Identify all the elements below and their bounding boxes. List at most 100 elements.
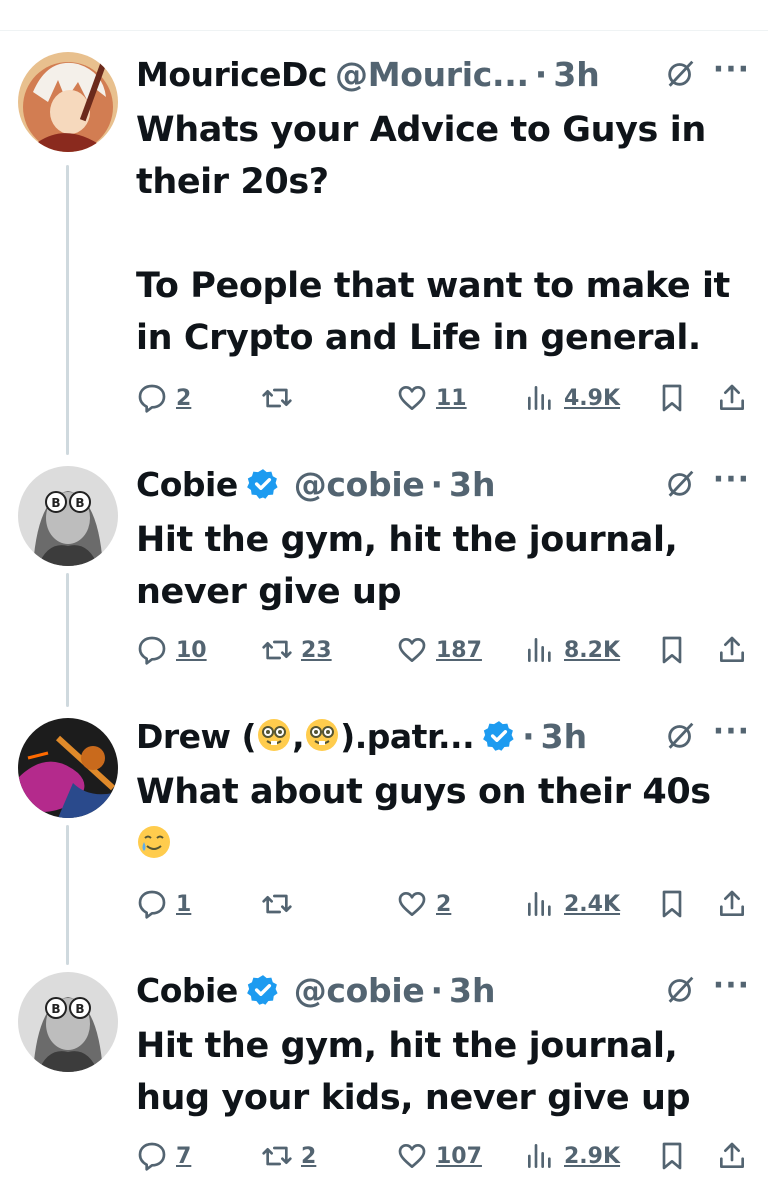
thread-line (66, 573, 69, 707)
avatar[interactable] (18, 718, 118, 818)
display-name[interactable]: Drew (,).patr... (136, 716, 475, 756)
share-button[interactable] (716, 634, 748, 666)
analytics-icon (528, 638, 551, 662)
share-icon (720, 636, 744, 662)
views-button[interactable]: 8.2K (524, 634, 620, 666)
views-button[interactable]: 2.4K (524, 888, 620, 920)
bookmark-button[interactable] (656, 1140, 688, 1172)
separator: · (430, 970, 444, 1010)
reply-icon (138, 384, 166, 413)
heart-icon (398, 892, 426, 916)
retweet-icon (262, 388, 292, 408)
share-button[interactable] (716, 1140, 748, 1172)
username[interactable]: @Mouric... (335, 55, 529, 94)
username[interactable]: @cobie (294, 971, 425, 1010)
name-part: , (292, 716, 305, 756)
verified-badge-icon (246, 469, 278, 499)
reply-icon (138, 1142, 166, 1171)
heart-icon (398, 638, 426, 662)
tweet-paragraph: What about guys on their 40s (136, 772, 711, 812)
heart-icon (398, 386, 426, 410)
bookmark-button[interactable] (656, 634, 688, 666)
bookmark-icon (662, 890, 682, 918)
bookmark-button[interactable] (656, 888, 688, 920)
timestamp[interactable]: 3h (541, 717, 587, 756)
tweet-text: Hit the gym, hit the journal, hug your k… (136, 1020, 748, 1124)
reply-button[interactable]: 10 (136, 634, 207, 666)
bookmark-button[interactable] (656, 382, 688, 414)
tweet-header: MouriceDc @Mouric... · 3h (136, 52, 600, 96)
retweet-button[interactable]: 2 (261, 1140, 316, 1172)
tweet-actions: 1 2 2.4K (136, 888, 748, 924)
retweet-icon (262, 894, 292, 914)
like-button[interactable]: 2 (396, 888, 451, 920)
separator: · (430, 464, 444, 504)
views-button[interactable]: 2.9K (524, 1140, 620, 1172)
retweet-button[interactable] (261, 382, 301, 414)
like-count: 187 (436, 637, 482, 663)
grok-icon[interactable] (664, 972, 698, 1006)
display-name[interactable]: Cobie (136, 465, 238, 504)
tweet-actions: 10 23 187 8.2K (136, 634, 748, 670)
name-part: ).patr... (340, 716, 475, 756)
analytics-icon (528, 1144, 551, 1168)
guitar-art-avatar-icon (18, 718, 118, 818)
retweet-button[interactable] (261, 888, 301, 920)
svg-text:B: B (51, 1002, 60, 1016)
tweet-text: What about guys on their 40s (136, 766, 748, 870)
more-options-icon[interactable]: ··· (713, 714, 750, 749)
tweet-header: Drew (,).patr... · 3h (136, 714, 587, 758)
svg-text:B: B (75, 496, 84, 510)
bookmark-icon (662, 636, 682, 664)
grok-icon[interactable] (664, 56, 698, 90)
like-button[interactable]: 107 (396, 1140, 482, 1172)
display-name[interactable]: MouriceDc (136, 55, 328, 94)
avatar[interactable] (18, 52, 118, 152)
like-count: 2 (436, 891, 452, 917)
retweet-icon (262, 1146, 292, 1166)
reply-button[interactable]: 2 (136, 382, 191, 414)
bitcoin-glasses-avatar-icon: B B (18, 466, 118, 566)
share-button[interactable] (716, 888, 748, 920)
reply-button[interactable]: 1 (136, 888, 191, 920)
share-button[interactable] (716, 382, 748, 414)
bookmark-icon (662, 384, 682, 412)
reply-count: 2 (176, 385, 192, 411)
reply-count: 10 (176, 637, 207, 663)
more-options-icon[interactable]: ··· (713, 462, 750, 497)
top-divider (0, 30, 768, 31)
avatar[interactable]: B B (18, 972, 118, 1072)
nerd-face-emoji-icon (258, 718, 291, 751)
svg-text:B: B (51, 496, 60, 510)
reply-icon (138, 636, 166, 665)
like-count: 11 (436, 385, 467, 411)
smiling-face-with-tear-emoji-icon (138, 826, 170, 858)
tweet-header: Cobie @cobie · 3h (136, 462, 495, 506)
avatar[interactable]: B B (18, 466, 118, 566)
timestamp[interactable]: 3h (553, 55, 599, 94)
tweet-emoji-line (136, 818, 748, 870)
grok-icon[interactable] (664, 718, 698, 752)
retweet-button[interactable]: 23 (261, 634, 332, 666)
views-button[interactable]: 4.9K (524, 382, 620, 414)
tweet-paragraph: Whats your Advice to Guys in their 20s? (136, 110, 706, 202)
thread-line (66, 825, 69, 965)
grok-icon[interactable] (664, 466, 698, 500)
display-name[interactable]: Cobie (136, 971, 238, 1010)
more-options-icon[interactable]: ··· (713, 968, 750, 1003)
tweet-paragraph: Hit the gym, hit the journal, hug your k… (136, 1026, 691, 1118)
timestamp[interactable]: 3h (449, 971, 495, 1010)
tweet-text: Whats your Advice to Guys in their 20s? … (136, 104, 748, 364)
verified-badge-icon (246, 975, 278, 1005)
separator: · (522, 716, 535, 756)
reply-count: 7 (176, 1143, 192, 1169)
reply-button[interactable]: 7 (136, 1140, 191, 1172)
timestamp[interactable]: 3h (449, 465, 495, 504)
bitcoin-glasses-avatar-icon: B B (18, 972, 118, 1072)
analytics-icon (528, 892, 551, 916)
username[interactable]: @cobie (294, 465, 425, 504)
tweet-actions: 7 2 107 2.9K (136, 1140, 748, 1176)
like-button[interactable]: 187 (396, 634, 482, 666)
like-button[interactable]: 11 (396, 382, 467, 414)
more-options-icon[interactable]: ··· (713, 52, 750, 87)
